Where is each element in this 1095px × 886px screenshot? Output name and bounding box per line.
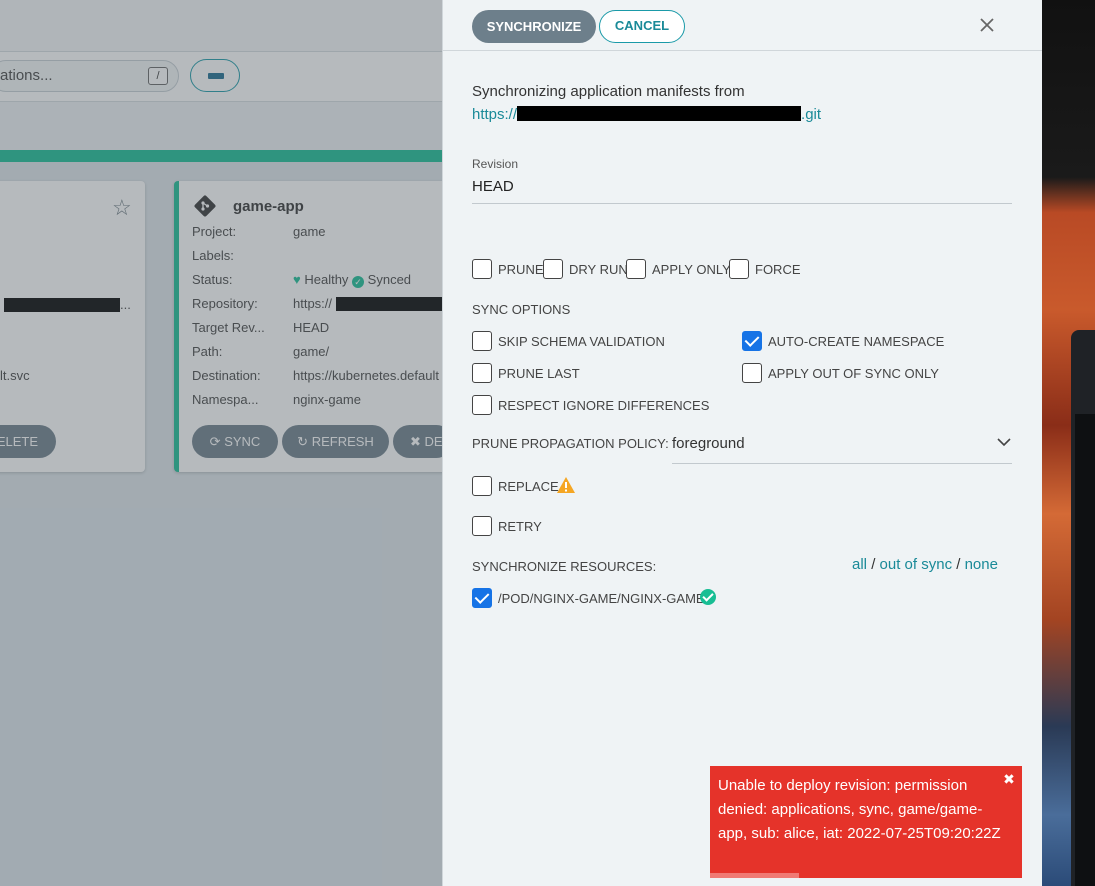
synchronize-resources-title: SYNCHRONIZE RESOURCES: [472, 559, 657, 574]
apply-out-of-sync-only-checkbox[interactable] [742, 363, 762, 383]
apply-only-checkbox[interactable] [626, 259, 646, 279]
toast-progress-bar [710, 873, 799, 878]
force-checkbox[interactable] [729, 259, 749, 279]
select-all-link[interactable]: all [852, 556, 867, 573]
background-window [1071, 330, 1095, 886]
resource-selection-links: all / out of sync / none [852, 556, 998, 573]
error-toast: Unable to deploy revision: permission de… [710, 766, 1022, 878]
respect-ignore-differences-checkbox[interactable] [472, 395, 492, 415]
sync-intro-text: Synchronizing application manifests from [472, 83, 745, 100]
warning-icon [557, 477, 575, 493]
skip-schema-validation-checkbox[interactable] [472, 331, 492, 351]
retry-label: RETRY [498, 519, 542, 534]
force-label: FORCE [755, 262, 801, 277]
replace-checkbox[interactable] [472, 476, 492, 496]
prune-propagation-policy-label: PRUNE PROPAGATION POLICY: [472, 436, 669, 451]
dry-run-checkbox[interactable] [543, 259, 563, 279]
cancel-button[interactable]: CANCEL [599, 10, 685, 43]
replace-label: REPLACE [498, 479, 559, 494]
prune-propagation-policy-select[interactable]: foreground [672, 435, 745, 452]
background-app: ations... / ☆ ... lt.svc ELETE game-app … [0, 0, 442, 886]
respect-ignore-differences-label: RESPECT IGNORE DIFFERENCES [498, 398, 710, 413]
revision-input[interactable]: HEAD [472, 178, 514, 195]
modal-backdrop[interactable] [0, 0, 442, 886]
toast-close-icon[interactable]: ✖ [1002, 772, 1016, 786]
select-underline [672, 463, 1012, 464]
skip-schema-validation-label: SKIP SCHEMA VALIDATION [498, 334, 665, 349]
apply-only-label: APPLY ONLY [652, 262, 731, 277]
prune-last-label: PRUNE LAST [498, 366, 580, 381]
retry-checkbox[interactable] [472, 516, 492, 536]
prune-checkbox[interactable] [472, 259, 492, 279]
apply-out-of-sync-only-label: APPLY OUT OF SYNC ONLY [768, 366, 939, 381]
select-out-of-sync-link[interactable]: out of sync [880, 556, 953, 573]
synchronize-button[interactable]: SYNCHRONIZE [472, 10, 596, 43]
resource-checkbox[interactable] [472, 588, 492, 608]
prune-label: PRUNE [498, 262, 544, 277]
synced-check-icon [700, 589, 716, 605]
select-none-link[interactable]: none [965, 556, 998, 573]
error-message: Unable to deploy revision: permission de… [718, 777, 1001, 842]
revision-label: Revision [472, 157, 519, 171]
chevron-down-icon[interactable] [996, 434, 1012, 450]
repository-link[interactable]: https://.git [472, 106, 821, 123]
redacted-repository [517, 106, 802, 121]
close-icon[interactable] [976, 14, 998, 36]
auto-create-namespace-checkbox[interactable] [742, 331, 762, 351]
revision-underline [472, 203, 1012, 204]
resource-label: /POD/NGINX-GAME/NGINX-GAME [498, 591, 705, 606]
sync-options-title: SYNC OPTIONS [472, 302, 571, 317]
header-divider [442, 50, 1042, 51]
auto-create-namespace-label: AUTO-CREATE NAMESPACE [768, 334, 945, 349]
prune-last-checkbox[interactable] [472, 363, 492, 383]
dry-run-label: DRY RUN [569, 262, 628, 277]
